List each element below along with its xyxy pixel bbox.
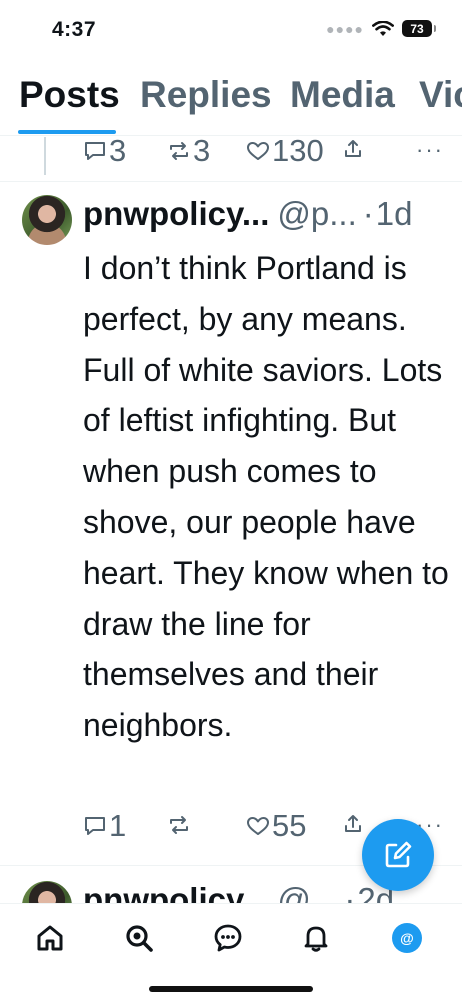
nav-home[interactable] xyxy=(33,921,67,955)
battery-level: 73 xyxy=(410,21,424,36)
more-options-button[interactable]: ··· xyxy=(416,137,444,163)
reply-button[interactable]: 1 xyxy=(83,808,126,844)
display-name[interactable]: pnwpolicy... xyxy=(83,881,269,903)
reply-button[interactable]: 3 xyxy=(83,137,126,169)
profile-avatar-icon: @ xyxy=(392,923,422,953)
tab-media[interactable]: Media xyxy=(290,74,395,116)
reply-count: 3 xyxy=(109,137,127,168)
like-button[interactable]: 55 xyxy=(246,808,306,844)
repost-icon xyxy=(170,816,188,834)
nav-messages[interactable] xyxy=(211,921,245,955)
like-button[interactable]: 130 xyxy=(246,137,324,169)
share-button[interactable] xyxy=(343,814,363,834)
posts-feed[interactable]: 3 3 130 ··· pnwpolicy... @p... ·1d I don’t xyxy=(0,137,462,903)
share-icon xyxy=(345,815,361,832)
repost-button[interactable]: 3 xyxy=(167,137,210,169)
bell-icon xyxy=(304,926,328,952)
separator-dot: · xyxy=(362,195,374,232)
handle[interactable]: @p... xyxy=(277,195,356,232)
tab-videos[interactable]: Vic xyxy=(419,74,462,116)
nav-notifications[interactable] xyxy=(299,921,333,955)
status-bar: 4:37 ●●●● 73 xyxy=(0,0,462,60)
reply-icon xyxy=(85,817,105,835)
heart-icon xyxy=(247,142,269,160)
repost-count: 3 xyxy=(193,137,211,168)
wifi-icon xyxy=(372,20,394,36)
reply-count: 1 xyxy=(109,808,127,843)
messages-icon xyxy=(214,924,242,952)
repost-button[interactable] xyxy=(167,814,193,836)
status-time: 4:37 xyxy=(52,18,97,41)
heart-icon xyxy=(247,817,269,835)
reply-icon xyxy=(85,142,105,160)
avatar[interactable] xyxy=(22,881,72,903)
share-button[interactable] xyxy=(343,139,363,159)
home-icon xyxy=(37,925,63,951)
share-icon xyxy=(345,140,361,157)
status-indicators: ●●●● 73 xyxy=(326,20,436,37)
separator-dot: · xyxy=(344,881,356,903)
battery-icon: 73 xyxy=(402,20,436,37)
repost-icon xyxy=(170,142,188,160)
like-count: 55 xyxy=(272,808,307,843)
nav-profile[interactable]: @ xyxy=(390,921,424,955)
active-tab-indicator xyxy=(18,130,116,134)
post-divider xyxy=(0,181,462,182)
compose-icon xyxy=(385,841,412,868)
compose-button[interactable] xyxy=(362,819,434,891)
post-text: I don’t think Portland is perfect, by an… xyxy=(83,250,449,744)
cellular-signal-icon: ●●●● xyxy=(326,20,364,37)
profile-badge-label: @ xyxy=(400,930,414,946)
previous-post-action-bar: 3 3 130 ··· xyxy=(83,137,443,173)
thread-line xyxy=(44,137,46,175)
timestamp[interactable]: 1d xyxy=(376,195,413,232)
like-count: 130 xyxy=(272,137,324,168)
avatar[interactable] xyxy=(22,195,72,245)
tab-replies[interactable]: Replies xyxy=(140,74,272,116)
profile-tabs: Posts Replies Media Vic xyxy=(0,68,462,136)
bottom-navigation: @ xyxy=(0,903,462,1000)
search-icon xyxy=(126,925,153,952)
tab-posts[interactable]: Posts xyxy=(19,74,120,116)
display-name[interactable]: pnwpolicy... xyxy=(83,195,269,232)
post-header: pnwpolicy... @p... ·1d xyxy=(83,195,453,239)
home-indicator[interactable] xyxy=(149,986,313,992)
nav-search[interactable] xyxy=(122,921,156,955)
handle[interactable]: @... xyxy=(277,881,338,903)
post-item[interactable]: pnwpolicy... @p... ·1d I don’t think Portl… xyxy=(0,195,462,873)
